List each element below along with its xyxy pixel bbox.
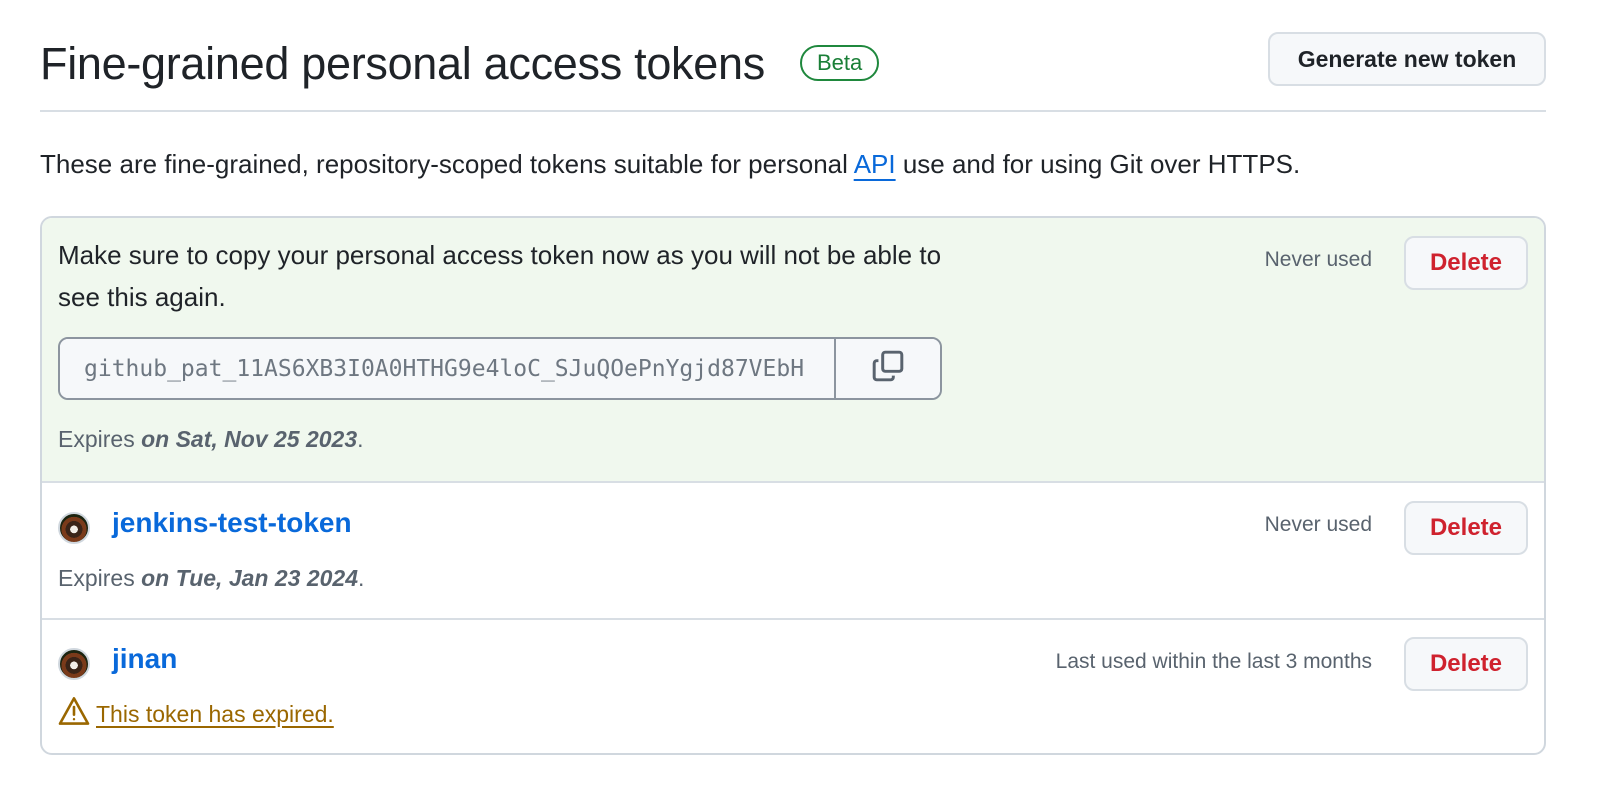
delete-token-button[interactable]: Delete: [1404, 501, 1528, 555]
token-value-input[interactable]: [60, 339, 834, 398]
delete-token-button[interactable]: Delete: [1404, 637, 1528, 691]
token-expired-notice: This token has expired.: [58, 696, 334, 732]
alert-icon: [58, 696, 90, 732]
page-title: Fine-grained personal access tokens: [40, 38, 765, 89]
token-row: jinan Last used within the last 3 months…: [42, 620, 1544, 753]
token-expired-link[interactable]: This token has expired.: [96, 701, 334, 728]
new-token-row: Make sure to copy your personal access t…: [42, 218, 1544, 483]
delete-token-button[interactable]: Delete: [1404, 236, 1528, 290]
token-list: Make sure to copy your personal access t…: [40, 216, 1546, 755]
token-usage-status: Last used within the last 3 months: [1055, 650, 1372, 673]
token-row: jenkins-test-token Never used Delete Exp…: [42, 483, 1544, 620]
token-usage-status: Never used: [1264, 248, 1372, 271]
copy-token-notice: Make sure to copy your personal access t…: [58, 240, 942, 312]
copy-icon: [871, 349, 905, 388]
generate-new-token-button[interactable]: Generate new token: [1268, 32, 1546, 86]
token-value-group: [58, 337, 942, 400]
token-expiration: Expires on Tue, Jan 23 2024.: [58, 565, 365, 591]
avatar: [58, 648, 90, 680]
avatar: [58, 512, 90, 544]
token-usage-status: Never used: [1264, 513, 1372, 536]
page-header: Fine-grained personal access tokens Beta…: [40, 30, 1546, 112]
page-description: These are fine-grained, repository-scope…: [40, 149, 1301, 179]
token-expiration: Expires on Sat, Nov 25 2023.: [58, 426, 364, 452]
token-name-link[interactable]: jinan: [112, 643, 177, 675]
beta-badge: Beta: [800, 45, 880, 81]
copy-token-button[interactable]: [834, 339, 940, 398]
token-name-link[interactable]: jenkins-test-token: [112, 507, 352, 539]
api-link[interactable]: API: [854, 149, 896, 179]
